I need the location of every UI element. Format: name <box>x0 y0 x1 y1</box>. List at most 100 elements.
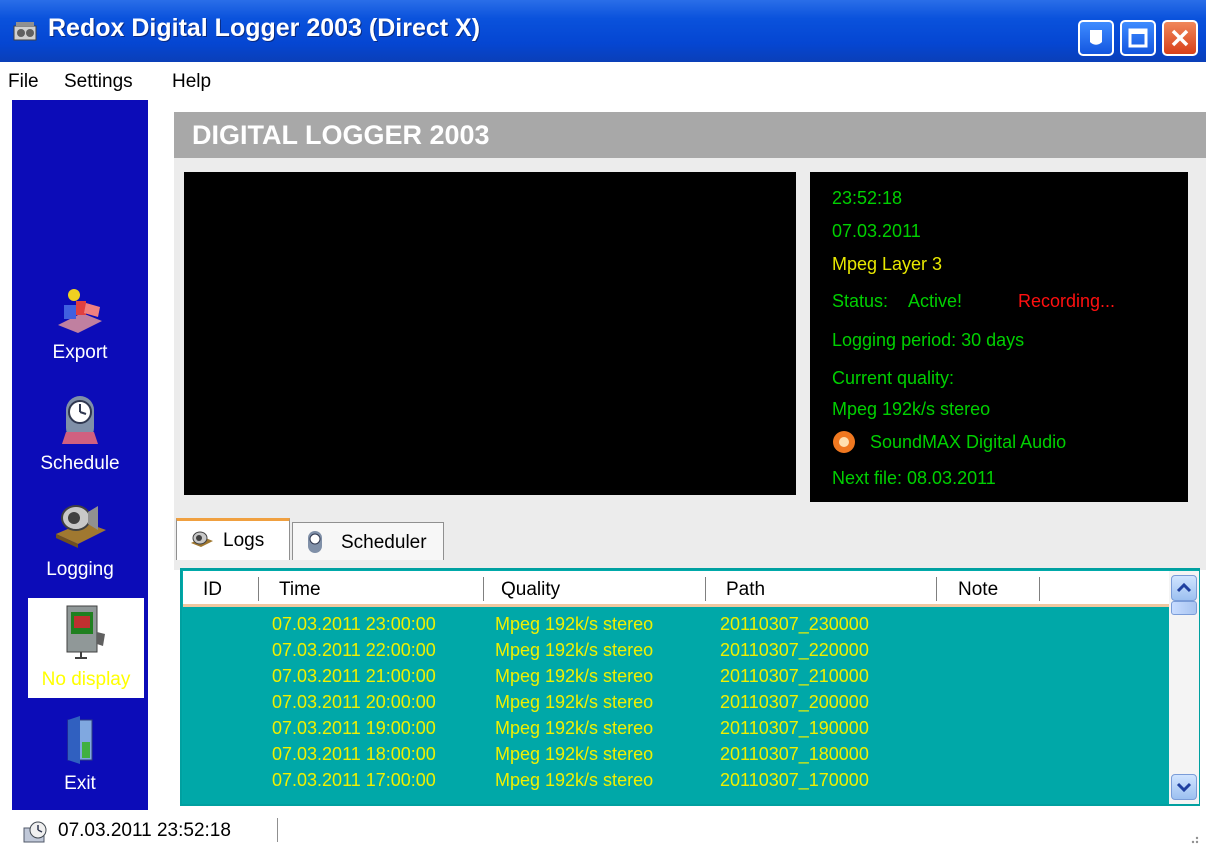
info-codec: Mpeg Layer 3 <box>832 254 943 274</box>
minimize-button[interactable] <box>1078 20 1114 56</box>
cell-quality: Mpeg 192k/s stereo <box>495 718 654 738</box>
cell-path: 20110307_230000 <box>720 614 869 634</box>
cell-path: 20110307_190000 <box>720 718 869 738</box>
column-divider[interactable] <box>483 577 484 601</box>
close-icon <box>1171 29 1189 47</box>
cell-time: 07.03.2011 21:00:00 <box>272 666 436 686</box>
sidebar-item-label: Exit <box>64 773 96 794</box>
cell-time: 07.03.2011 19:00:00 <box>272 718 436 738</box>
log-list-scrollbar[interactable] <box>1169 571 1199 804</box>
cell-time: 07.03.2011 20:00:00 <box>272 692 436 712</box>
status-datetime: 07.03.2011 23:52:18 <box>58 820 231 841</box>
sidebar-item-no-display[interactable]: No display <box>28 598 144 698</box>
sidebar: Export Schedule Logging No display Exit <box>12 100 148 810</box>
column-header-path[interactable]: Path <box>726 579 765 601</box>
status-divider <box>277 818 278 842</box>
tab-scheduler[interactable]: Scheduler <box>292 522 444 560</box>
column-divider[interactable] <box>258 577 259 601</box>
info-quality-label: Current quality: <box>832 368 955 388</box>
sidebar-item-label: Logging <box>46 559 114 580</box>
column-divider[interactable] <box>705 577 706 601</box>
title-bar[interactable]: Redox Digital Logger 2003 (Direct X) <box>0 0 1206 62</box>
scroll-up-button[interactable] <box>1171 575 1197 601</box>
column-header-time[interactable]: Time <box>279 579 321 601</box>
scheduler-tab-icon <box>308 531 322 553</box>
cell-time: 07.03.2011 22:00:00 <box>272 640 436 660</box>
cell-path: 20110307_180000 <box>720 744 869 764</box>
cell-quality: Mpeg 192k/s stereo <box>495 744 654 764</box>
logs-tab-icon <box>191 531 213 547</box>
app-icon <box>13 22 37 41</box>
main-header: DIGITAL LOGGER 2003 <box>174 112 1206 158</box>
cell-time: 07.03.2011 23:00:00 <box>272 614 436 634</box>
status-clock-icon <box>23 821 47 843</box>
info-logging-period: Logging period: 30 days <box>832 330 1025 350</box>
column-header-note[interactable]: Note <box>958 579 998 601</box>
log-list-header: ID Time Quality Path Note <box>183 571 1169 607</box>
table-row[interactable]: 07.03.2011 17:00:00 Mpeg 192k/s stereo 2… <box>183 769 1169 791</box>
tab-label: Logs <box>223 530 265 551</box>
clock-icon <box>62 396 98 444</box>
resize-grip-icon[interactable] <box>1186 832 1200 844</box>
column-divider[interactable] <box>1039 577 1040 601</box>
info-panel: 23:52:18 07.03.2011 Mpeg Layer 3 Status:… <box>810 172 1188 502</box>
monitor-icon <box>66 605 105 659</box>
column-header-quality[interactable]: Quality <box>501 579 560 601</box>
maximize-icon <box>1128 28 1148 48</box>
tab-logs[interactable]: Logs <box>176 518 290 560</box>
menu-settings[interactable]: Settings <box>64 71 133 93</box>
info-time: 23:52:18 <box>832 188 903 208</box>
sidebar-item-export[interactable]: Export <box>12 285 148 364</box>
cell-path: 20110307_210000 <box>720 666 869 686</box>
table-row[interactable]: 07.03.2011 19:00:00 Mpeg 192k/s stereo 2… <box>183 717 1169 739</box>
window-title: Redox Digital Logger 2003 (Direct X) <box>48 14 481 42</box>
cell-quality: Mpeg 192k/s stereo <box>495 614 654 634</box>
speaker-icon <box>56 505 106 548</box>
info-status-label: Status: <box>832 291 889 311</box>
table-row[interactable]: 07.03.2011 20:00:00 Mpeg 192k/s stereo 2… <box>183 691 1169 713</box>
info-device: SoundMAX Digital Audio <box>870 432 1067 452</box>
sidebar-item-exit[interactable]: Exit <box>12 714 148 795</box>
table-row[interactable]: 07.03.2011 21:00:00 Mpeg 192k/s stereo 2… <box>183 665 1169 687</box>
info-date: 07.03.2011 <box>832 221 921 241</box>
status-bar: 07.03.2011 23:52:18 <box>0 812 1206 847</box>
door-icon <box>67 716 93 764</box>
cell-quality: Mpeg 192k/s stereo <box>495 692 654 712</box>
table-row[interactable]: 07.03.2011 18:00:00 Mpeg 192k/s stereo 2… <box>183 743 1169 765</box>
sidebar-item-label: Export <box>52 342 108 363</box>
sidebar-item-label: No display <box>41 669 131 690</box>
chevron-down-icon <box>1176 782 1192 793</box>
sidebar-item-schedule[interactable]: Schedule <box>12 392 148 475</box>
maximize-button[interactable] <box>1120 20 1156 56</box>
info-recording: Recording... <box>1018 291 1116 311</box>
info-quality-value: Mpeg 192k/s stereo <box>832 399 991 419</box>
export-icon <box>58 289 102 333</box>
page-title: DIGITAL LOGGER 2003 <box>192 120 490 150</box>
chevron-up-icon <box>1176 582 1192 593</box>
info-status-value: Active! <box>908 291 963 311</box>
menu-bar: File Settings Help <box>0 62 1206 100</box>
menu-help[interactable]: Help <box>172 71 211 93</box>
sound-device-icon <box>833 431 855 453</box>
column-header-id[interactable]: ID <box>203 579 222 601</box>
minimize-icon <box>1090 30 1102 45</box>
cell-time: 07.03.2011 17:00:00 <box>272 770 436 790</box>
table-row[interactable]: 07.03.2011 23:00:00 Mpeg 192k/s stereo 2… <box>183 613 1169 635</box>
sidebar-item-label: Schedule <box>40 453 120 474</box>
cell-path: 20110307_170000 <box>720 770 869 790</box>
column-divider[interactable] <box>936 577 937 601</box>
sidebar-item-logging[interactable]: Logging <box>12 498 148 581</box>
cell-quality: Mpeg 192k/s stereo <box>495 770 654 790</box>
cell-path: 20110307_220000 <box>720 640 869 660</box>
close-button[interactable] <box>1162 20 1198 56</box>
info-next-file: Next file: 08.03.2011 <box>832 468 996 488</box>
cell-time: 07.03.2011 18:00:00 <box>272 744 436 764</box>
table-row[interactable]: 07.03.2011 22:00:00 Mpeg 192k/s stereo 2… <box>183 639 1169 661</box>
menu-file[interactable]: File <box>8 71 39 93</box>
log-list-body: 07.03.2011 23:00:00 Mpeg 192k/s stereo 2… <box>183 607 1169 804</box>
cell-path: 20110307_200000 <box>720 692 869 712</box>
video-display <box>184 172 796 495</box>
scroll-down-button[interactable] <box>1171 774 1197 800</box>
scroll-thumb[interactable] <box>1171 601 1197 615</box>
tab-label: Scheduler <box>341 532 427 553</box>
